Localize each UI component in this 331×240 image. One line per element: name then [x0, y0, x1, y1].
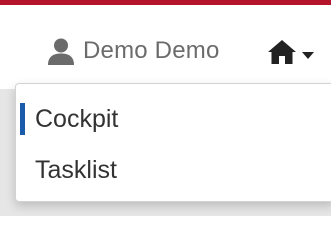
menu-item-label: Cockpit	[35, 105, 119, 133]
user-name: Demo Demo	[83, 37, 220, 64]
caret-down-icon	[301, 47, 315, 59]
app-header: Demo Demo	[0, 5, 331, 89]
user-menu-link[interactable]: Demo Demo	[46, 35, 220, 67]
home-menu-toggle[interactable]	[267, 37, 315, 67]
app-switcher-dropdown: Cockpit Tasklist	[15, 83, 331, 202]
menu-item-tasklist[interactable]: Tasklist	[16, 145, 331, 196]
menu-item-cockpit[interactable]: Cockpit	[16, 94, 331, 145]
menu-item-label: Tasklist	[35, 156, 117, 184]
user-icon	[46, 36, 76, 66]
home-icon	[267, 38, 297, 66]
